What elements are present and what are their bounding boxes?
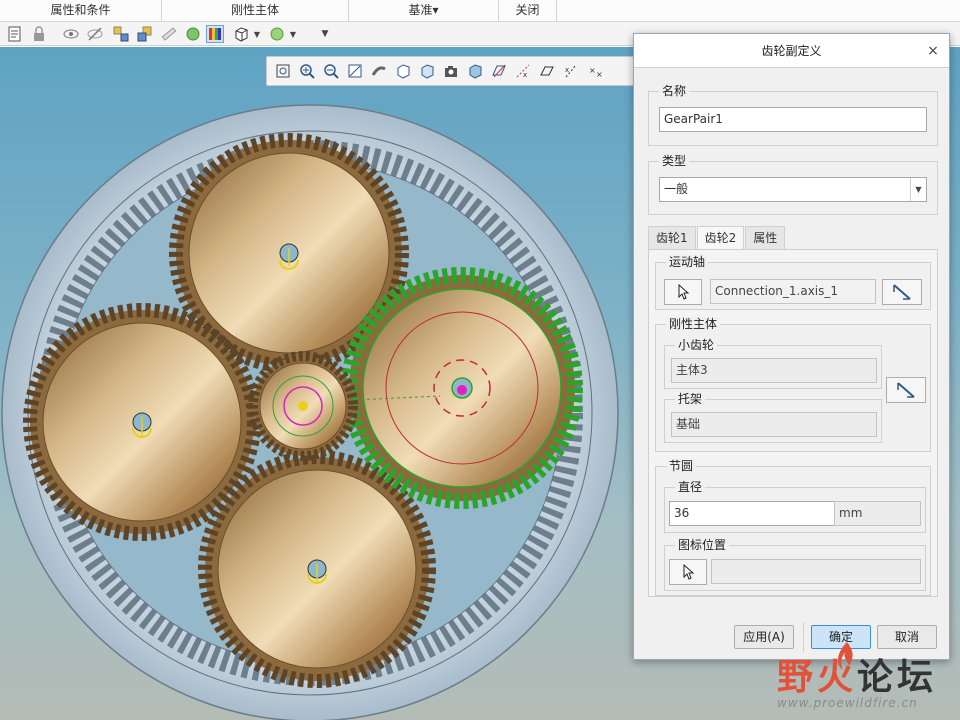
measure-ruler-icon[interactable] bbox=[160, 25, 178, 43]
view-toolbar: x x × × bbox=[266, 56, 636, 86]
ribbon-group-datum[interactable]: 基准▾ bbox=[349, 0, 499, 22]
zoom-fit-icon[interactable] bbox=[273, 61, 293, 81]
pinion-field[interactable]: 主体3 bbox=[671, 358, 877, 383]
carrier-group: 托架 基础 bbox=[664, 392, 882, 443]
cursor-arrow-icon bbox=[683, 564, 695, 580]
ribbon-group-bar: 属性和条件 刚性主体 基准▾ 关闭 bbox=[0, 0, 960, 22]
datum-point-display-icon[interactable] bbox=[537, 61, 557, 81]
watermark-url: www.proewildfire.cn bbox=[777, 696, 918, 710]
diameter-input[interactable]: 36 bbox=[669, 501, 835, 526]
select-axis-button[interactable] bbox=[664, 279, 702, 305]
display-style-cube-icon[interactable] bbox=[232, 25, 250, 43]
lock-icon[interactable] bbox=[30, 25, 48, 43]
type-select-value: 一般 bbox=[664, 182, 689, 196]
assemble-icon[interactable] bbox=[136, 25, 154, 43]
section-view-icon[interactable] bbox=[465, 61, 485, 81]
gear2-tab-panel: 运动轴 Connection_1.axis_1 刚性主体 小齿轮 主体3 托架 … bbox=[648, 249, 938, 597]
saved-views-icon[interactable] bbox=[393, 61, 413, 81]
datum-axis-display-icon[interactable]: x bbox=[513, 61, 533, 81]
name-input[interactable]: GearPair1 bbox=[659, 107, 927, 132]
type-select[interactable]: 一般 ▼ bbox=[659, 177, 927, 202]
display-style-icon[interactable] bbox=[417, 61, 437, 81]
planet-gear-right-selected bbox=[341, 267, 583, 509]
icon-position-group: 图标位置 bbox=[664, 538, 926, 591]
forum-watermark: 野火论坛 www.proewildfire.cn bbox=[777, 642, 957, 718]
name-group: 名称 GearPair1 bbox=[648, 84, 938, 146]
carrier-field[interactable]: 基础 bbox=[671, 412, 877, 437]
svg-text:×: × bbox=[589, 66, 596, 75]
pitch-circle-group: 节圆 直径 36 mm 图标位置 bbox=[655, 459, 931, 596]
cancel-button[interactable]: 取消 bbox=[877, 625, 937, 649]
datum-plane-display-icon[interactable] bbox=[489, 61, 509, 81]
apply-button[interactable]: 应用(A) bbox=[734, 625, 794, 649]
gear-tabs: 齿轮1 齿轮2 属性 bbox=[648, 226, 786, 251]
chevron-down-icon[interactable]: ▼ bbox=[910, 178, 926, 201]
type-label: 类型 bbox=[659, 154, 690, 168]
refit-icon[interactable] bbox=[345, 61, 365, 81]
show-eye-icon[interactable] bbox=[62, 25, 80, 43]
toolbar-overflow-icon[interactable]: ▼ bbox=[316, 25, 334, 43]
render-dropdown-icon[interactable]: ▼ bbox=[288, 25, 298, 43]
motion-axis-field[interactable]: Connection_1.axis_1 bbox=[710, 279, 876, 304]
svg-text:×: × bbox=[596, 70, 603, 79]
type-group: 类型 一般 ▼ bbox=[648, 154, 938, 215]
motion-axis-group: 运动轴 Connection_1.axis_1 bbox=[655, 255, 931, 310]
svg-text:x: x bbox=[565, 66, 569, 74]
ribbon-group-rigid-body[interactable]: 刚性主体 bbox=[162, 0, 349, 22]
close-icon[interactable]: × bbox=[925, 34, 941, 68]
annotation-display-icon[interactable]: × × bbox=[585, 61, 605, 81]
diameter-unit: mm bbox=[834, 501, 921, 526]
name-label: 名称 bbox=[659, 84, 690, 98]
cursor-arrow-icon bbox=[678, 284, 690, 300]
ribbon-spacer bbox=[557, 0, 960, 21]
render-sphere-icon[interactable] bbox=[268, 25, 286, 43]
properties-icon[interactable] bbox=[6, 25, 24, 43]
orient-icon[interactable] bbox=[369, 61, 389, 81]
camera-icon[interactable] bbox=[441, 61, 461, 81]
tab-gear2[interactable]: 齿轮2 bbox=[696, 226, 745, 251]
tab-properties[interactable]: 属性 bbox=[745, 226, 786, 250]
pinion-group: 小齿轮 主体3 bbox=[664, 338, 882, 389]
csys-display-icon[interactable]: x bbox=[561, 61, 581, 81]
component-icon[interactable] bbox=[112, 25, 130, 43]
color-palette-icon[interactable] bbox=[206, 25, 224, 43]
motion-axis-label: 运动轴 bbox=[666, 255, 709, 269]
pinion-label: 小齿轮 bbox=[675, 338, 718, 352]
flip-axis-button[interactable] bbox=[882, 279, 922, 305]
display-style-dropdown-icon[interactable]: ▼ bbox=[252, 25, 262, 43]
swap-bodies-icon bbox=[897, 382, 915, 398]
pitch-circle-label: 节圆 bbox=[666, 459, 697, 473]
planet-gear-bottom bbox=[198, 450, 436, 688]
tab-gear1[interactable]: 齿轮1 bbox=[648, 226, 696, 250]
zoom-in-icon[interactable] bbox=[297, 61, 317, 81]
gear-pair-definition-dialog: 齿轮副定义 × 名称 GearPair1 类型 一般 ▼ 齿轮1 齿轮2 属性 … bbox=[633, 33, 950, 660]
appearance-sphere-icon[interactable] bbox=[184, 25, 202, 43]
carrier-label: 托架 bbox=[675, 392, 706, 406]
flip-body-button[interactable] bbox=[886, 377, 926, 403]
flip-direction-icon bbox=[893, 284, 911, 300]
ribbon-group-close[interactable]: 关闭 bbox=[499, 0, 557, 22]
diameter-group: 直径 36 mm bbox=[664, 480, 926, 533]
watermark-text-b: 论坛 bbox=[857, 657, 938, 698]
ribbon-group-properties[interactable]: 属性和条件 bbox=[0, 0, 162, 22]
sun-gear bbox=[248, 351, 358, 461]
select-icon-position-button[interactable] bbox=[669, 559, 707, 585]
icon-position-field[interactable] bbox=[711, 559, 921, 584]
dialog-title: 齿轮副定义 bbox=[761, 44, 822, 58]
hide-eye-icon[interactable] bbox=[86, 25, 104, 43]
svg-text:x: x bbox=[523, 71, 527, 79]
diameter-label: 直径 bbox=[675, 480, 706, 494]
zoom-out-icon[interactable] bbox=[321, 61, 341, 81]
icon-position-label: 图标位置 bbox=[675, 538, 730, 552]
dialog-titlebar[interactable]: 齿轮副定义 × bbox=[634, 34, 949, 68]
rigid-body-group: 刚性主体 小齿轮 主体3 托架 基础 bbox=[655, 317, 931, 452]
planet-gear-left bbox=[23, 303, 261, 541]
rigid-body-label: 刚性主体 bbox=[666, 317, 721, 331]
flame-icon bbox=[838, 642, 853, 670]
